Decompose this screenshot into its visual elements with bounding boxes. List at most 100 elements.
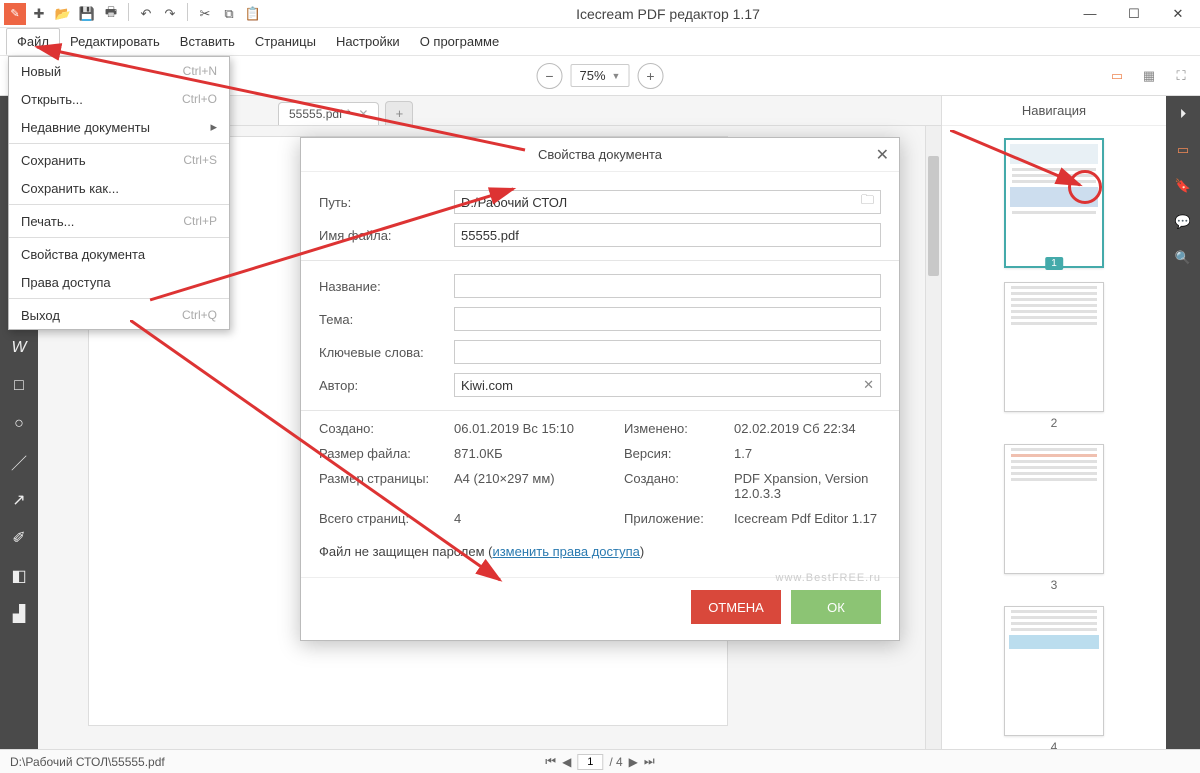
menu-doc-properties[interactable]: Свойства документа	[9, 240, 229, 268]
save-icon[interactable]: 💾	[76, 3, 98, 25]
comment-icon[interactable]: 💬	[1171, 210, 1195, 234]
redo-icon[interactable]: ↷	[159, 3, 181, 25]
page-input[interactable]	[577, 754, 603, 770]
pencil-tool-icon[interactable]: ✐	[5, 524, 33, 552]
document-tab-label: 55555.pdf *	[289, 107, 350, 121]
search-icon[interactable]: 🔍	[1171, 246, 1195, 270]
page-total: / 4	[609, 755, 622, 769]
menu-new[interactable]: НовыйCtrl+N	[9, 57, 229, 85]
undo-icon[interactable]: ↶	[135, 3, 157, 25]
created-label: Создано:	[319, 421, 454, 436]
tab-close-icon[interactable]: ✕	[358, 107, 368, 121]
new-icon[interactable]: ✚	[28, 3, 50, 25]
dialog-close-icon[interactable]: ✕	[876, 145, 889, 165]
first-page-icon[interactable]: ⏮	[545, 754, 556, 769]
protection-line: Файл не защищен паролем (изменить права …	[319, 544, 881, 559]
rect-tool-icon[interactable]: □	[5, 372, 33, 400]
created-value: 06.01.2019 Вс 15:10	[454, 421, 624, 436]
menu-permissions[interactable]: Права доступа	[9, 268, 229, 296]
bookmark-icon[interactable]: 🔖	[1171, 174, 1195, 198]
pages-label: Всего страниц:	[319, 511, 454, 526]
arrow-tool-icon[interactable]: ↗	[5, 486, 33, 514]
copy-icon[interactable]: ⧉	[218, 3, 240, 25]
menu-exit[interactable]: ВыходCtrl+Q	[9, 301, 229, 329]
pagesize-label: Размер страницы:	[319, 471, 454, 501]
subject-field[interactable]	[454, 307, 881, 331]
version-value: 1.7	[734, 446, 881, 461]
zoom-out-button[interactable]: −	[537, 63, 563, 89]
menu-print[interactable]: Печать...Ctrl+P	[9, 207, 229, 235]
path-field[interactable]: D:/Рабочий СТОЛ🗀	[454, 190, 881, 214]
pagesize-value: A4 (210×297 мм)	[454, 471, 624, 501]
change-permissions-link[interactable]: изменить права доступа	[492, 544, 639, 559]
menu-recent[interactable]: Недавние документы▸	[9, 113, 229, 141]
menu-pages[interactable]: Страницы	[245, 28, 326, 55]
title-label: Название:	[319, 279, 454, 294]
last-page-icon[interactable]: ⏭	[644, 754, 655, 769]
fullscreen-icon[interactable]: ⛶	[1170, 65, 1192, 87]
layout-single-icon[interactable]: ▭	[1106, 65, 1128, 87]
document-tab[interactable]: 55555.pdf * ✕	[278, 102, 379, 125]
modified-value: 02.02.2019 Сб 22:34	[734, 421, 881, 436]
cut-icon[interactable]: ✂	[194, 3, 216, 25]
status-path: D:\Рабочий СТОЛ\55555.pdf	[10, 755, 165, 769]
creator-value: PDF Xpansion, Version 12.0.3.3	[734, 471, 881, 501]
print-icon[interactable]: 🖶	[100, 3, 122, 25]
title-field[interactable]	[454, 274, 881, 298]
path-label: Путь:	[319, 195, 454, 210]
thumb-page-3[interactable]: 3	[1004, 444, 1104, 592]
size-label: Размер файла:	[319, 446, 454, 461]
app-icon: ✎	[4, 3, 26, 25]
expand-icon[interactable]: ⏵	[1171, 102, 1195, 126]
nav-title: Навигация	[942, 96, 1166, 126]
zoom-value[interactable]: 75%▼	[571, 64, 630, 87]
minimize-button[interactable]: ―	[1068, 0, 1112, 28]
browse-icon[interactable]: 🗀	[861, 191, 874, 213]
author-field[interactable]: Kiwi.com✕	[454, 373, 881, 397]
watermark: www.BestFREE.ru	[776, 572, 881, 584]
filename-field[interactable]: 55555.pdf	[454, 223, 881, 247]
filename-label: Имя файла:	[319, 228, 454, 243]
window-title: Icecream PDF редактор 1.17	[268, 6, 1068, 22]
paste-icon[interactable]: 📋	[242, 3, 264, 25]
modified-label: Изменено:	[624, 421, 734, 436]
menu-edit[interactable]: Редактировать	[60, 28, 170, 55]
menubar: Файл Редактировать Вставить Страницы Нас…	[0, 28, 1200, 56]
thumb-page-4[interactable]: 4	[1004, 606, 1104, 749]
menu-saveas[interactable]: Сохранить как...	[9, 174, 229, 202]
next-page-icon[interactable]: ▶	[629, 755, 638, 769]
keywords-field[interactable]	[454, 340, 881, 364]
zoom-in-button[interactable]: +	[637, 63, 663, 89]
menu-file[interactable]: Файл	[6, 28, 60, 55]
thumbnails-icon[interactable]: ▭	[1171, 138, 1195, 162]
layout-grid-icon[interactable]: ▦	[1138, 65, 1160, 87]
stamp-tool-icon[interactable]: ▟	[5, 600, 33, 628]
dialog-title: Свойства документа	[538, 147, 662, 162]
line-tool-icon[interactable]: ／	[5, 448, 33, 476]
menu-save[interactable]: СохранитьCtrl+S	[9, 146, 229, 174]
ok-button[interactable]: ОК	[791, 590, 881, 624]
circle-tool-icon[interactable]: ○	[5, 410, 33, 438]
menu-settings[interactable]: Настройки	[326, 28, 410, 55]
menu-about[interactable]: О программе	[410, 28, 510, 55]
open-icon[interactable]: 📂	[52, 3, 74, 25]
maximize-button[interactable]: ☐	[1112, 0, 1156, 28]
close-button[interactable]: ✕	[1156, 0, 1200, 28]
file-menu-dropdown: НовыйCtrl+N Открыть...Ctrl+O Недавние до…	[8, 56, 230, 330]
new-tab-button[interactable]: +	[385, 101, 413, 125]
menu-insert[interactable]: Вставить	[170, 28, 245, 55]
cancel-button[interactable]: ОТМЕНА	[691, 590, 781, 624]
menu-open[interactable]: Открыть...Ctrl+O	[9, 85, 229, 113]
clear-icon[interactable]: ✕	[863, 377, 874, 393]
thumb-page-2[interactable]: 2	[1004, 282, 1104, 430]
prev-page-icon[interactable]: ◀	[562, 755, 571, 769]
author-label: Автор:	[319, 378, 454, 393]
vertical-scrollbar[interactable]	[925, 126, 941, 749]
titlebar: ✎ ✚ 📂 💾 🖶 ↶ ↷ ✂ ⧉ 📋 Icecream PDF редакто…	[0, 0, 1200, 28]
wave-tool-icon[interactable]: W	[5, 334, 33, 362]
document-properties-dialog: Свойства документа ✕ Путь:D:/Рабочий СТО…	[300, 137, 900, 641]
pager: ⏮ ◀ / 4 ▶ ⏭	[545, 754, 654, 770]
eraser-tool-icon[interactable]: ◧	[5, 562, 33, 590]
statusbar: D:\Рабочий СТОЛ\55555.pdf ⏮ ◀ / 4 ▶ ⏭	[0, 749, 1200, 773]
size-value: 871.0КБ	[454, 446, 624, 461]
